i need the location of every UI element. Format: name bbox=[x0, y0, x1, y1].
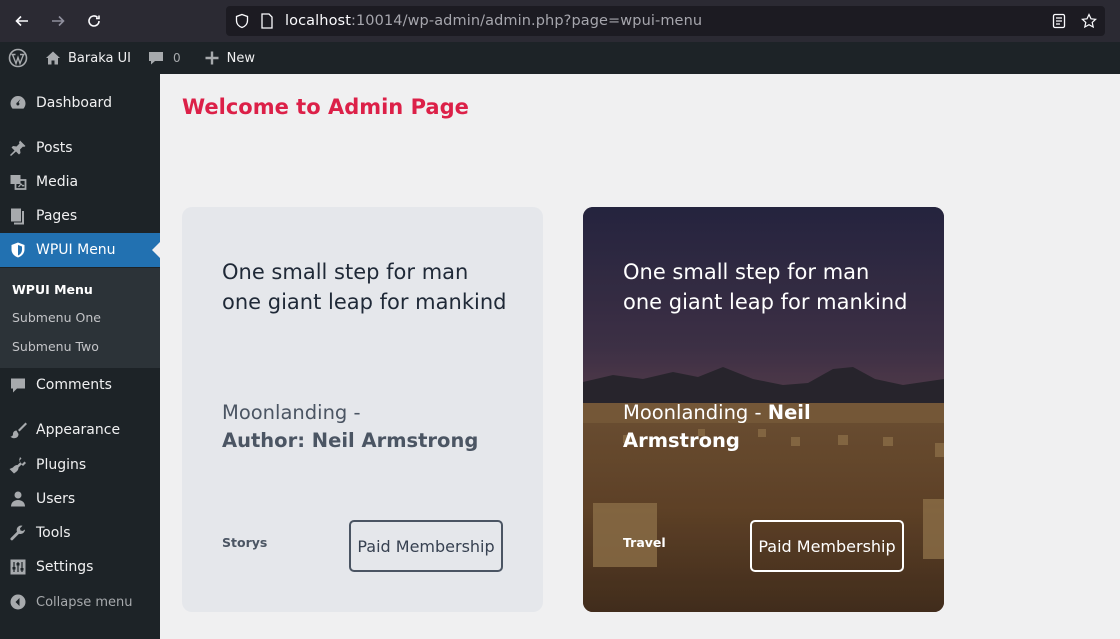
card-quote: One small step for man one giant leap fo… bbox=[623, 257, 923, 317]
submenu-item-two[interactable]: Submenu Two bbox=[12, 339, 99, 354]
meta-author: Author: Neil Armstrong bbox=[222, 429, 479, 452]
brush-icon bbox=[8, 420, 28, 440]
sidebar-item-appearance[interactable]: Appearance bbox=[0, 413, 160, 447]
sidebar-item-label: Appearance bbox=[36, 422, 121, 438]
pages-icon bbox=[8, 206, 28, 226]
sidebar-item-dashboard[interactable]: Dashboard bbox=[0, 86, 160, 120]
submenu-item-wpui-menu[interactable]: WPUI Menu bbox=[12, 282, 93, 297]
new-content-menu[interactable]: New bbox=[203, 42, 255, 74]
page-title: Welcome to Admin Page bbox=[182, 95, 469, 119]
bookmark-star-icon[interactable] bbox=[1081, 13, 1097, 29]
sidebar-item-pages[interactable]: Pages bbox=[0, 199, 160, 233]
comment-bubble-icon bbox=[148, 52, 163, 65]
card-meta: Moonlanding - Neil Armstrong bbox=[623, 399, 923, 455]
sidebar-item-label: Plugins bbox=[36, 457, 87, 473]
wp-admin-bar: Baraka UI 0 New bbox=[0, 42, 1120, 74]
dashboard-icon bbox=[8, 93, 28, 113]
meta-prefix: Moonlanding - bbox=[222, 401, 361, 424]
site-name-link[interactable]: Baraka UI bbox=[44, 42, 131, 74]
sidebar-item-wpui-menu[interactable]: WPUI Menu bbox=[0, 233, 160, 267]
comments-link[interactable]: 0 bbox=[147, 42, 181, 74]
url-text[interactable]: localhost:10014/wp-admin/admin.php?page=… bbox=[285, 13, 702, 29]
sidebar-item-label: Settings bbox=[36, 559, 94, 575]
tracking-shield-icon[interactable] bbox=[234, 13, 250, 29]
comment-icon bbox=[8, 375, 28, 395]
url-host: localhost bbox=[285, 13, 351, 29]
sidebar-item-label: Comments bbox=[36, 377, 112, 393]
reader-view-icon[interactable] bbox=[1051, 13, 1067, 29]
submenu: WPUI Menu Submenu One Submenu Two bbox=[0, 268, 160, 368]
arrow-left-icon bbox=[15, 15, 28, 27]
admin-sidebar: Dashboard Posts Media Pages WPUI Menu WP… bbox=[0, 74, 160, 639]
quote-line: one giant leap for mankind bbox=[222, 290, 507, 314]
reload-icon bbox=[88, 15, 100, 27]
shield-icon bbox=[8, 240, 28, 260]
card-category: Travel bbox=[623, 535, 666, 550]
sidebar-item-users[interactable]: Users bbox=[0, 482, 160, 516]
card-category: Storys bbox=[222, 535, 268, 550]
sidebar-item-label: Users bbox=[36, 491, 76, 507]
comments-count: 0 bbox=[172, 51, 181, 65]
sidebar-item-label: Tools bbox=[36, 525, 71, 541]
card-meta: Moonlanding - Author: Neil Armstrong bbox=[222, 399, 522, 455]
browser-toolbar: localhost:10014/wp-admin/admin.php?page=… bbox=[0, 0, 1120, 42]
sidebar-item-label: Dashboard bbox=[36, 95, 112, 111]
collapse-menu-button[interactable]: Collapse menu bbox=[0, 585, 160, 619]
active-indicator bbox=[152, 242, 160, 258]
wrench-icon bbox=[8, 523, 28, 543]
sidebar-item-label: Posts bbox=[36, 140, 73, 156]
sidebar-item-label: Media bbox=[36, 174, 79, 190]
media-icon bbox=[8, 172, 28, 192]
paid-membership-button[interactable]: Paid Membership bbox=[349, 520, 503, 572]
quote-line: One small step for man bbox=[222, 260, 469, 284]
user-icon bbox=[8, 489, 28, 509]
forward-button[interactable] bbox=[44, 7, 72, 35]
home-icon bbox=[46, 51, 60, 65]
quote-card-image: One small step for man one giant leap fo… bbox=[583, 207, 944, 612]
sidebar-item-media[interactable]: Media bbox=[0, 165, 160, 199]
paid-membership-button[interactable]: Paid Membership bbox=[750, 520, 904, 572]
pin-icon bbox=[8, 138, 28, 158]
sidebar-item-plugins[interactable]: Plugins bbox=[0, 448, 160, 482]
sidebar-item-comments[interactable]: Comments bbox=[0, 368, 160, 402]
address-bar[interactable]: localhost:10014/wp-admin/admin.php?page=… bbox=[226, 6, 1105, 36]
sidebar-item-posts[interactable]: Posts bbox=[0, 131, 160, 165]
sidebar-item-label: Pages bbox=[36, 208, 78, 224]
new-label: New bbox=[226, 50, 255, 66]
sidebar-item-tools[interactable]: Tools bbox=[0, 516, 160, 550]
page-info-icon[interactable] bbox=[260, 13, 274, 29]
quote-line: One small step for man bbox=[623, 260, 870, 284]
plus-icon bbox=[205, 51, 219, 65]
sliders-icon bbox=[8, 557, 28, 577]
sidebar-item-settings[interactable]: Settings bbox=[0, 550, 160, 584]
reload-button[interactable] bbox=[80, 7, 108, 35]
submenu-item-one[interactable]: Submenu One bbox=[12, 310, 101, 325]
arrow-right-icon bbox=[52, 15, 65, 27]
wordpress-logo-icon bbox=[8, 48, 28, 68]
plug-icon bbox=[8, 455, 28, 475]
site-name: Baraka UI bbox=[68, 50, 131, 66]
collapse-arrow-icon bbox=[8, 592, 28, 612]
collapse-menu-label: Collapse menu bbox=[36, 594, 133, 610]
quote-card: One small step for man one giant leap fo… bbox=[182, 207, 543, 612]
card-quote: One small step for man one giant leap fo… bbox=[222, 257, 522, 317]
meta-prefix: Moonlanding - bbox=[623, 401, 762, 424]
url-path: :10014/wp-admin/admin.php?page=wpui-menu bbox=[351, 13, 703, 29]
sidebar-item-label: WPUI Menu bbox=[36, 242, 116, 258]
quote-line: one giant leap for mankind bbox=[623, 290, 908, 314]
back-button[interactable] bbox=[8, 7, 36, 35]
wordpress-logo-menu[interactable] bbox=[0, 42, 36, 74]
